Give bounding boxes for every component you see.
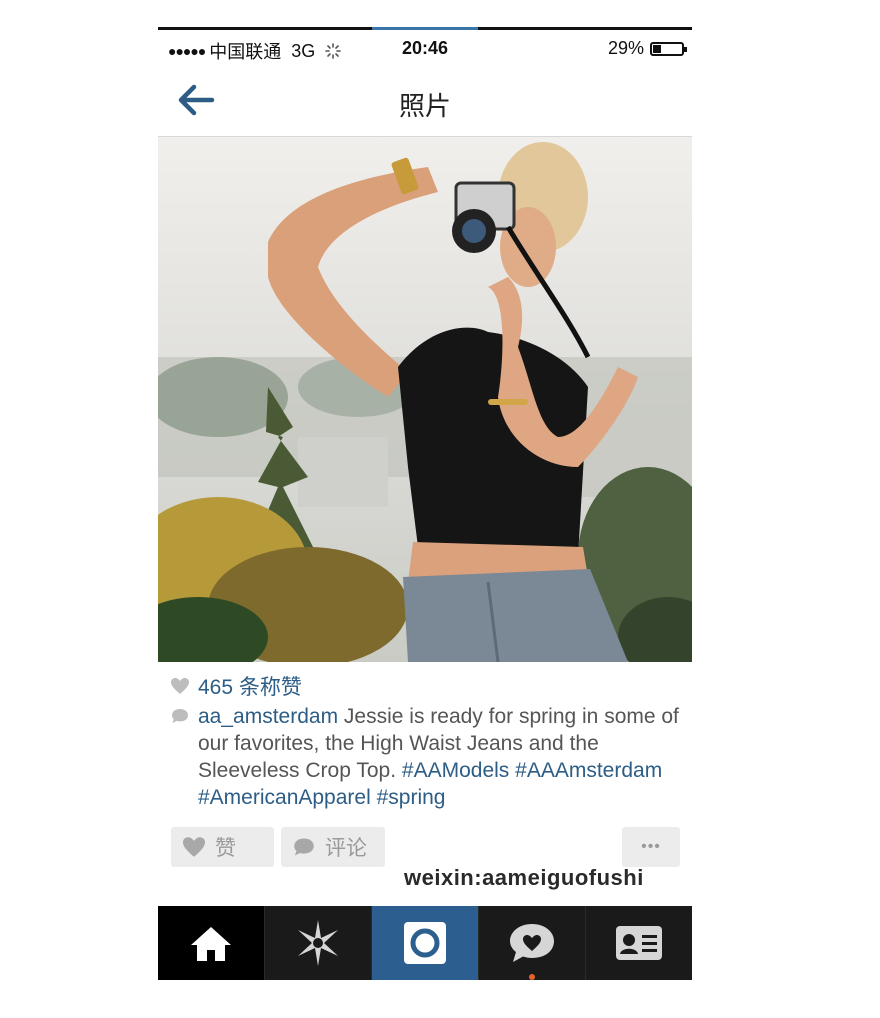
like-button[interactable]: 赞: [171, 827, 274, 867]
hashtag-link[interactable]: #AmericanApparel: [198, 786, 371, 809]
tab-bar: [158, 906, 692, 980]
home-icon: [191, 927, 231, 961]
status-bar: ●●●●● 中国联通 3G 20:46 29%: [158, 30, 692, 66]
profile-card-icon: [616, 926, 662, 960]
notification-dot: [529, 974, 535, 980]
camera-icon: [404, 922, 446, 964]
tab-explore[interactable]: [264, 906, 371, 980]
more-dots-icon: •••: [641, 838, 661, 855]
tab-home[interactable]: [158, 906, 264, 980]
hashtag-link[interactable]: #spring: [377, 786, 446, 809]
tab-profile[interactable]: [585, 906, 692, 980]
post-photo[interactable]: [158, 137, 692, 662]
heart-bubble-icon: [510, 924, 554, 962]
comment-bubble-icon: [294, 838, 314, 856]
hashtag-link[interactable]: #AAAmsterdam: [515, 759, 662, 782]
heart-icon: [183, 837, 205, 857]
comment-button[interactable]: 评论: [281, 827, 385, 867]
photo-illustration: [158, 137, 692, 662]
like-label: 赞: [215, 837, 236, 860]
phone-screen: ●●●●● 中国联通 3G 20:46 29% 照片 465 条称赞 aa_am…: [158, 27, 692, 980]
caption-text: aa_amsterdam Jessie is ready for spring …: [198, 703, 680, 811]
heart-icon: [171, 678, 189, 694]
comment-bubble-icon: [172, 709, 188, 723]
tab-camera[interactable]: [371, 906, 478, 980]
caption: aa_amsterdam Jessie is ready for spring …: [170, 703, 680, 811]
hashtag-link[interactable]: #AAModels: [402, 759, 509, 782]
likes-count[interactable]: 465 条称赞: [170, 671, 302, 701]
battery-icon: [650, 41, 687, 56]
watermark-text: weixin:aameiguofushi: [404, 865, 644, 890]
likes-label: 465 条称赞: [198, 676, 302, 699]
page-title: 照片: [398, 91, 451, 121]
comment-label: 评论: [325, 837, 367, 860]
explore-star-icon: [298, 920, 338, 966]
battery-status: 29%: [607, 38, 687, 59]
tab-news[interactable]: [478, 906, 585, 980]
post-actions: 赞 评论 •••: [158, 827, 692, 867]
more-options-button[interactable]: •••: [622, 827, 680, 867]
navigation-bar: 照片: [158, 66, 692, 137]
username-link[interactable]: aa_amsterdam: [198, 705, 338, 728]
battery-percent: 29%: [607, 38, 644, 58]
